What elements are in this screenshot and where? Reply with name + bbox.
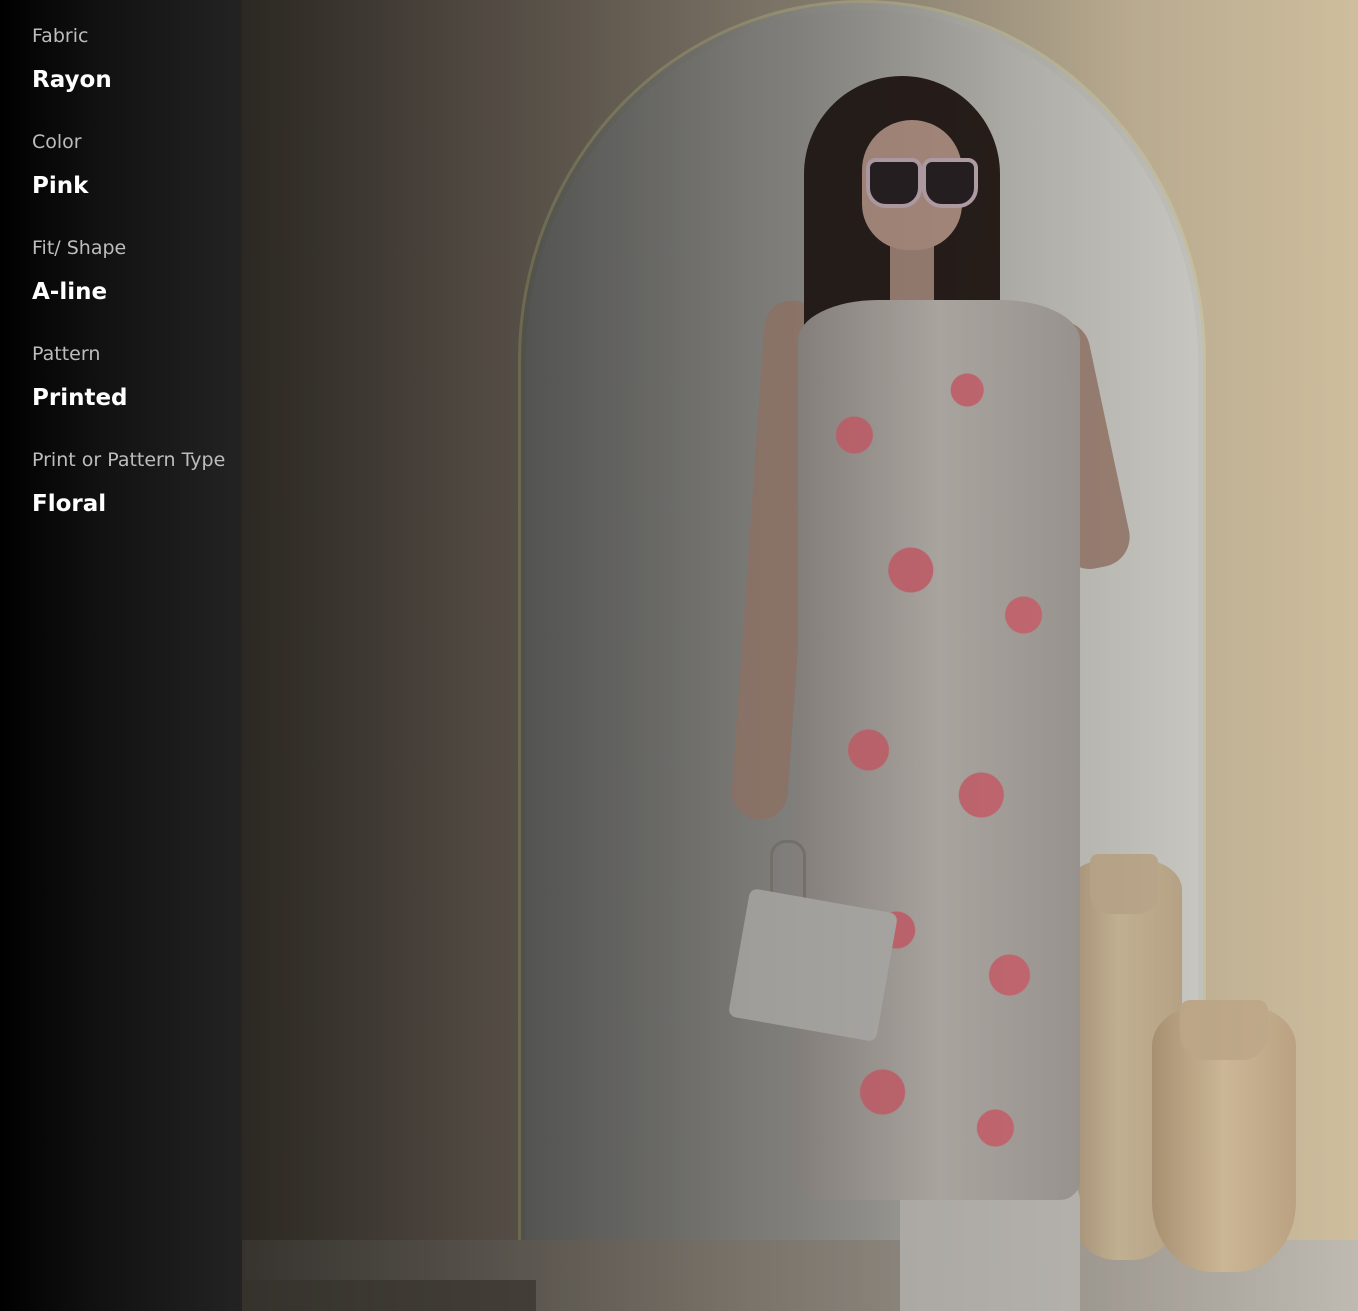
product-detail-view: Fabric Rayon Color Pink Fit/ Shape A-lin… <box>0 0 1358 1311</box>
spec-label: Fabric <box>32 25 89 47</box>
spec-label: Fit/ Shape <box>32 237 127 259</box>
spec-label: Pattern <box>32 343 101 365</box>
spec-value: Rayon <box>32 67 112 93</box>
spec-label: Color <box>32 131 82 153</box>
spec-fabric: Fabric Rayon <box>32 24 112 94</box>
product-specs-panel: Fabric Rayon Color Pink Fit/ Shape A-lin… <box>0 0 242 1311</box>
spec-value: A-line <box>32 279 108 305</box>
spec-value: Pink <box>32 173 89 199</box>
spec-fit-shape: Fit/ Shape A-line <box>32 236 126 306</box>
spec-label: Print or Pattern Type <box>32 449 226 471</box>
spec-color: Color Pink <box>32 130 88 200</box>
spec-pattern: Pattern Printed <box>32 342 128 412</box>
spec-value: Printed <box>32 385 128 411</box>
spec-print-type: Print or Pattern Type Floral <box>32 448 225 518</box>
spec-value: Floral <box>32 491 107 517</box>
